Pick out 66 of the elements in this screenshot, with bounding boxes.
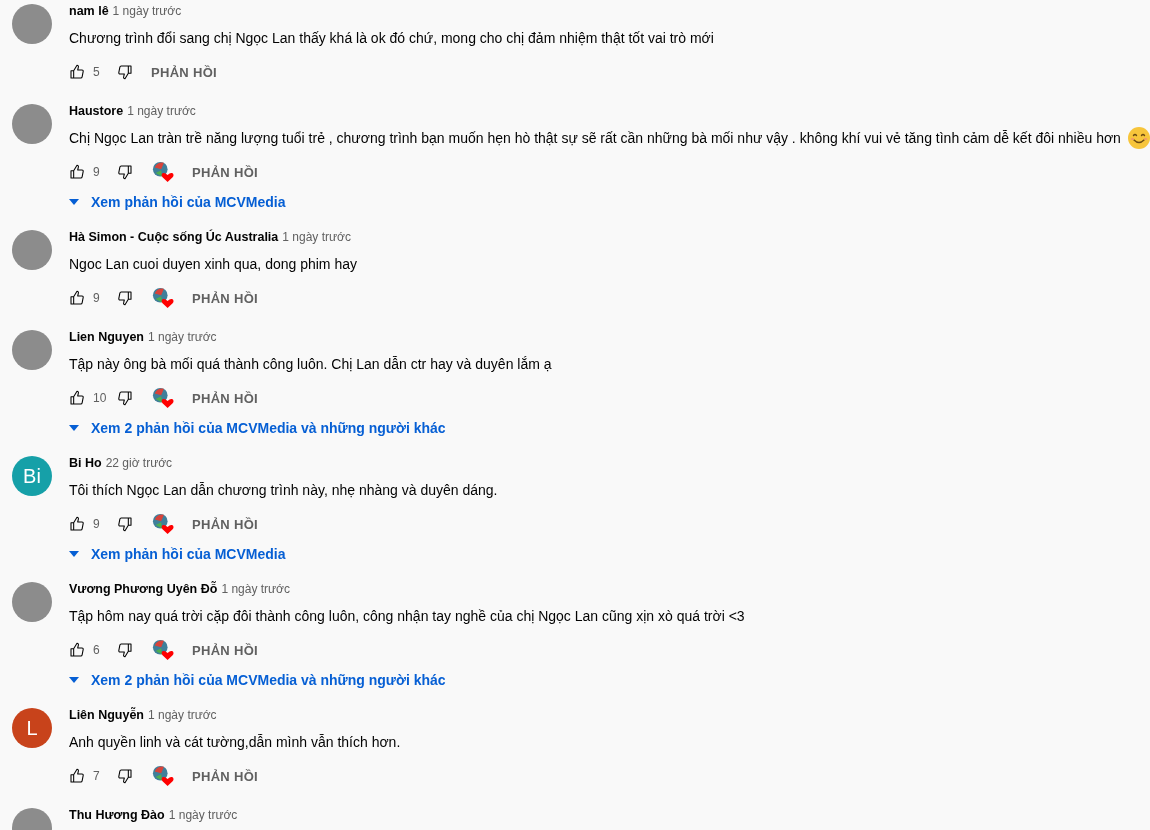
comment-text: Anh quyền linh và cát tường,dẫn mình vẫn thích hơn. (69, 733, 401, 752)
reply-button[interactable]: PHẢN HỒI (192, 516, 258, 532)
reply-button[interactable]: PHẢN HỒI (192, 290, 258, 306)
caret-down-icon (69, 677, 79, 683)
comment-text: Chương trình đổi sang chị Ngọc Lan thấy khá là ok đó chứ, mong cho chị đảm nhiệm thật tốt vai trò mới (69, 29, 714, 48)
thumbs-down-icon[interactable] (117, 164, 133, 180)
comment-time[interactable]: 22 giờ trước (105, 456, 173, 470)
thumbs-down-icon[interactable] (117, 768, 133, 784)
comment-time[interactable]: 1 ngày trước (221, 582, 290, 596)
like-count: 10 (93, 391, 107, 405)
comment-time[interactable]: 1 ngày trước (148, 330, 217, 344)
comment-text: Chị Ngọc Lan tràn trề năng lượng tuổi trẻ , chương trình bạn muốn hẹn hò thật sự sẽ rất cần những bà mối như vậy . không khí vui vẻ tăng tình cảm dễ kết đôi nhiều hơn (69, 129, 1121, 148)
comment-text: Tôi thích Ngọc Lan dẫn chương trình này, nhẹ nhàng và duyên dáng. (69, 481, 498, 500)
comment-text: Ngoc Lan cuoi duyen xinh qua, dong phim hay (69, 255, 357, 274)
reply-button[interactable]: PHẢN HỒI (192, 390, 258, 406)
avatar[interactable]: L (12, 708, 52, 748)
thumbs-down-icon[interactable] (117, 516, 133, 532)
avatar-photo-placeholder[interactable] (12, 104, 52, 144)
view-replies-link[interactable]: Xem 2 phản hồi của MCVMedia và những người khác (69, 416, 552, 440)
like-count: 6 (93, 643, 101, 657)
thumbs-up-icon[interactable] (69, 390, 85, 406)
reply-button[interactable]: PHẢN HỒI (192, 768, 258, 784)
author-name[interactable]: Haustore (69, 104, 124, 118)
comment-text: Tập hôm nay quá trời cặp đôi thành công luôn, công nhận tay nghề của chị Ngọc Lan cũng xịn xò quá trời <3 (69, 607, 745, 626)
caret-down-icon (69, 551, 79, 557)
comment-time[interactable]: 1 ngày trước (127, 104, 196, 118)
author-name[interactable]: Liên Nguyễn (69, 708, 144, 722)
reply-button[interactable]: PHẢN HỒI (192, 164, 258, 180)
author-name[interactable]: Vương Phương Uyên Đỗ (69, 582, 218, 596)
like-count: 7 (93, 769, 101, 783)
like-count: 9 (93, 165, 101, 179)
thumbs-up-icon[interactable] (69, 64, 85, 80)
view-replies-link[interactable]: Xem 2 phản hồi của MCVMedia và những người khác (69, 668, 745, 692)
avatar-photo-placeholder[interactable] (12, 582, 52, 622)
comment-time[interactable]: 1 ngày trước (148, 708, 217, 722)
author-name[interactable]: Lien Nguyen (69, 330, 144, 344)
comment-text: Tập này ông bà mối quá thành công luôn. Chị Lan dẫn ctr hay và duyên lắm ạ (69, 355, 552, 374)
thumbs-up-icon[interactable] (69, 164, 85, 180)
reply-button[interactable]: PHẢN HỒI (192, 642, 258, 658)
comment-time[interactable]: 1 ngày trước (112, 4, 182, 18)
comment-time[interactable]: 1 ngày trước (168, 808, 238, 822)
avatar-photo-placeholder[interactable] (12, 330, 52, 370)
author-name[interactable]: nam lê (69, 4, 109, 18)
caret-down-icon (69, 425, 79, 431)
view-replies-link[interactable]: Xem phản hồi của MCVMedia (69, 190, 1150, 214)
thumbs-down-icon[interactable] (117, 390, 133, 406)
thumbs-down-icon[interactable] (117, 642, 133, 658)
avatar-photo-placeholder[interactable] (12, 230, 52, 270)
reply-button[interactable]: PHẢN HỒI (151, 64, 217, 80)
like-count: 9 (93, 291, 101, 305)
thumbs-up-icon[interactable] (69, 516, 85, 532)
like-count: 9 (93, 517, 101, 531)
thumbs-down-icon[interactable] (117, 290, 133, 306)
like-count: 5 (93, 65, 101, 79)
thumbs-up-icon[interactable] (69, 290, 85, 306)
avatar[interactable]: Bi (12, 456, 52, 496)
avatar-photo-placeholder[interactable] (12, 4, 52, 44)
thumbs-down-icon[interactable] (117, 64, 133, 80)
thumbs-up-icon[interactable] (69, 768, 85, 784)
author-name[interactable]: Hà Simon - Cuộc sống Úc Australia (69, 230, 279, 244)
caret-down-icon (69, 199, 79, 205)
view-replies-link[interactable]: Xem phản hồi của MCVMedia (69, 542, 498, 566)
thumbs-up-icon[interactable] (69, 642, 85, 658)
comment-time[interactable]: 1 ngày trước (282, 230, 351, 244)
author-name[interactable]: Thu Hương Đào (69, 808, 165, 822)
author-name[interactable]: Bi Ho (69, 456, 102, 470)
